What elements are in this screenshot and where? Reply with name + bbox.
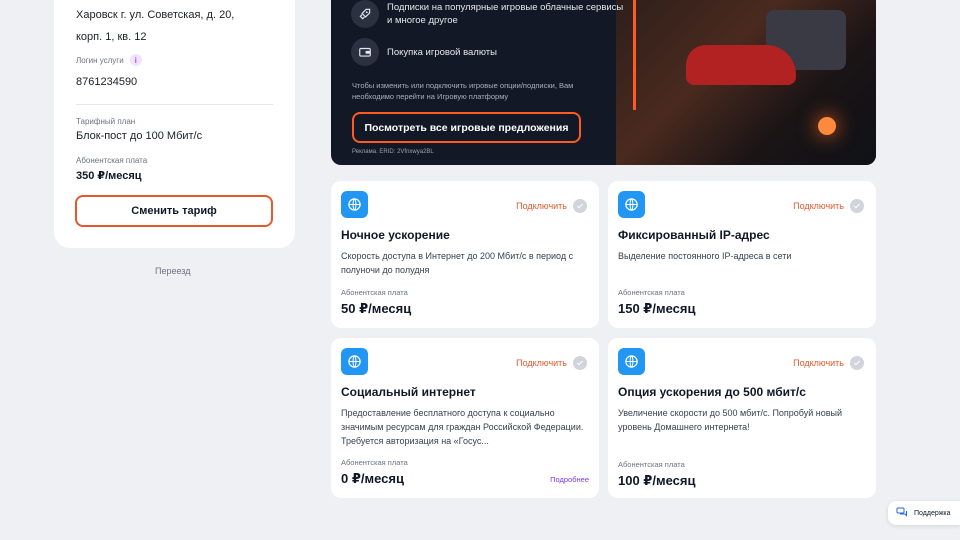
option-card-fixed-ip: Подключить Фиксированный IP-адрес Выделе… [608,181,876,328]
connect-label: Подключить [793,201,844,211]
banner-feature-1-text: Подписки на популярные игровые облачные … [387,2,624,26]
check-icon [850,356,864,370]
option-title: Социальный интернет [341,385,476,399]
check-icon [850,199,864,213]
option-price: 50 ₽/месяц [341,301,412,316]
option-price: 0 ₽/месяц [341,471,404,486]
globe-icon [618,348,645,375]
banner-artwork [616,0,876,165]
connect-button[interactable]: Подключить [516,199,587,213]
connect-button[interactable]: Подключить [793,199,864,213]
all-game-offers-button[interactable]: Посмотреть все игровые предложения [352,112,581,143]
support-widget[interactable]: Поддержка [888,501,960,525]
address-line-2: корп. 1, кв. 12 [76,31,147,43]
fee-value: 350 ₽/месяц [76,170,142,182]
change-tariff-button[interactable]: Сменить тариф [75,195,273,227]
option-price: 100 ₽/месяц [618,473,696,488]
option-fee-label: Абонентская плата [341,458,408,467]
option-card-speed-500: Подключить Опция ускорения до 500 мбит/с… [608,338,876,498]
check-icon [573,356,587,370]
more-details-link[interactable]: Подробнее [550,475,589,484]
connect-label: Подключить [516,358,567,368]
gaming-banner: Подписки на популярные игровые облачные … [331,0,876,165]
option-fee-label: Абонентская плата [618,288,685,297]
connect-label: Подключить [516,201,567,211]
banner-art-flare [818,117,836,135]
info-icon[interactable]: i [129,54,142,66]
divider [76,104,273,105]
connect-button[interactable]: Подключить [516,356,587,370]
banner-feature-currency: Покупка игровой валюты [351,38,497,66]
ad-erid-label: Реклама. ERID: 2Vfnxwya2BL [352,149,434,155]
option-fee-label: Абонентская плата [618,460,685,469]
banner-notice: Чтобы изменить или подключить игровые оп… [352,81,574,101]
fee-label: Абонентская плата [76,156,148,165]
banner-feature-subscriptions: Подписки на популярные игровые облачные … [351,0,627,28]
banner-art-car [686,45,796,85]
option-price: 150 ₽/месяц [618,301,696,316]
wallet-icon [351,38,379,66]
option-card-night-boost: Подключить Ночное ускорение Скорость дос… [331,181,599,328]
tariff-value: Блок-пост до 100 Мбит/с [76,130,203,142]
option-description: Предоставление бесплатного доступа к соц… [341,408,584,446]
connect-label: Подключить [793,358,844,368]
banner-feature-2-text: Покупка игровой валюты [387,46,497,58]
globe-icon [618,191,645,218]
chat-icon [896,506,908,520]
globe-icon [341,348,368,375]
support-label: Поддержка [914,509,951,517]
login-value: 8761234590 [76,76,138,88]
option-title: Опция ускорения до 500 мбит/с [618,385,806,399]
tariff-label: Тарифный план [76,117,136,126]
option-description: Увеличение скорости до 500 мбит/с. Попро… [618,408,843,432]
option-card-social-internet: Подключить Социальный интернет Предостав… [331,338,599,498]
option-fee-label: Абонентская плата [341,288,408,297]
option-title: Ночное ускорение [341,228,450,242]
login-label: Логин услуги [76,55,124,65]
option-description: Выделение постоянного IP-адреса в сети [618,251,792,261]
option-description: Скорость доступа в Интернет до 200 Мбит/… [341,251,574,275]
globe-icon [341,191,368,218]
check-icon [573,199,587,213]
login-label-row: Логин услуги i [76,54,273,66]
rocket-icon [351,0,379,28]
address-line-1: Харовск г. ул. Советская, д. 20, [76,9,235,21]
move-link[interactable]: Переезд [155,266,190,276]
connect-button[interactable]: Подключить [793,356,864,370]
account-card: Харовск г. ул. Советская, д. 20, корп. 1… [54,0,295,248]
option-title: Фиксированный IP-адрес [618,228,770,242]
